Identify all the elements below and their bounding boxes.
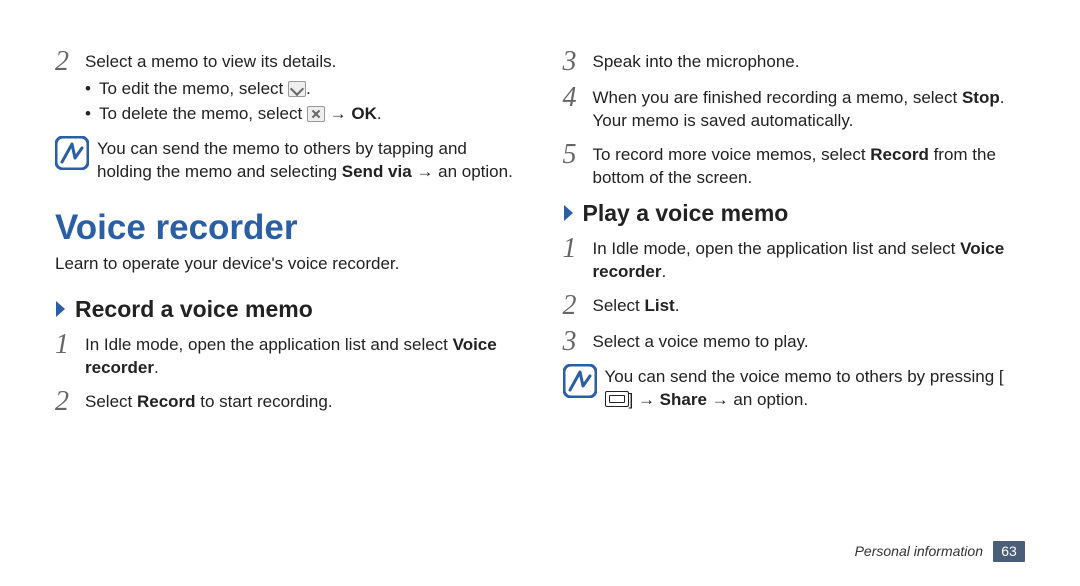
- bullet-text: .: [306, 79, 311, 98]
- note-block: You can send the memo to others by tappi…: [55, 136, 518, 184]
- bullet-text: To delete the memo, select: [99, 104, 307, 123]
- chevron-right-icon: [563, 204, 579, 222]
- edit-icon: [288, 81, 306, 97]
- play-step-1: 1 In Idle mode, open the application lis…: [563, 235, 1026, 284]
- note-text: You can send the memo to others by tappi…: [97, 136, 518, 184]
- step-text: Select a voice memo to play.: [593, 328, 1026, 354]
- record-step-1: 1 In Idle mode, open the application lis…: [55, 331, 518, 380]
- sub-bullet-list: • To edit the memo, select . • To delete…: [85, 78, 518, 126]
- bullet-text: →: [325, 104, 351, 123]
- step-number: 5: [563, 141, 593, 169]
- chevron-right-icon: [55, 300, 71, 318]
- step-number: 4: [563, 84, 593, 112]
- step-number: 1: [563, 235, 593, 263]
- bullet-text: To edit the memo, select: [99, 79, 288, 98]
- step-text: In Idle mode, open the application list …: [593, 235, 1026, 284]
- play-step-2: 2 Select List.: [563, 292, 1026, 320]
- step-number: 2: [55, 48, 85, 76]
- subsection-heading: Play a voice memo: [563, 198, 1026, 229]
- step-number: 2: [563, 292, 593, 320]
- bullet-dot: •: [85, 78, 99, 101]
- subsection-title: Play a voice memo: [583, 198, 789, 229]
- step-text: When you are finished recording a memo, …: [593, 84, 1026, 133]
- delete-icon: [307, 106, 325, 122]
- note-block: You can send the voice memo to others by…: [563, 364, 1026, 412]
- list-item: • To edit the memo, select .: [85, 78, 518, 101]
- bullet-dot: •: [85, 103, 99, 126]
- record-step-2: 2 Select Record to start recording.: [55, 388, 518, 416]
- subsection-title: Record a voice memo: [75, 294, 313, 325]
- step-text: Select Record to start recording.: [85, 388, 518, 414]
- step-number: 3: [563, 48, 593, 76]
- page-footer: Personal information 63: [855, 541, 1025, 562]
- record-step-5: 5 To record more voice memos, select Rec…: [563, 141, 1026, 190]
- footer-section-name: Personal information: [855, 542, 983, 561]
- list-item: • To delete the memo, select → OK.: [85, 103, 518, 126]
- section-heading: Voice recorder: [55, 204, 518, 251]
- record-step-4: 4 When you are finished recording a memo…: [563, 84, 1026, 133]
- note-icon: [55, 136, 89, 170]
- step-text: Select a memo to view its details.: [85, 52, 336, 71]
- menu-key-icon: [605, 391, 629, 407]
- step-text: Speak into the microphone.: [593, 48, 1026, 74]
- bullet-bold: OK: [351, 104, 377, 123]
- page-number: 63: [993, 541, 1025, 562]
- memo-step-2: 2 Select a memo to view its details. • T…: [55, 48, 518, 128]
- manual-page: 2 Select a memo to view its details. • T…: [0, 0, 1080, 586]
- section-intro: Learn to operate your device's voice rec…: [55, 253, 518, 276]
- step-text: To record more voice memos, select Recor…: [593, 141, 1026, 190]
- step-text: Select List.: [593, 292, 1026, 318]
- step-text: In Idle mode, open the application list …: [85, 331, 518, 380]
- step-number: 3: [563, 328, 593, 356]
- note-text: You can send the voice memo to others by…: [605, 364, 1026, 412]
- left-column: 2 Select a memo to view its details. • T…: [55, 48, 518, 586]
- right-column: 3 Speak into the microphone. 4 When you …: [563, 48, 1026, 586]
- bullet-text: .: [377, 104, 382, 123]
- step-number: 1: [55, 331, 85, 359]
- subsection-heading: Record a voice memo: [55, 294, 518, 325]
- record-step-3: 3 Speak into the microphone.: [563, 48, 1026, 76]
- step-number: 2: [55, 388, 85, 416]
- note-icon: [563, 364, 597, 398]
- play-step-3: 3 Select a voice memo to play.: [563, 328, 1026, 356]
